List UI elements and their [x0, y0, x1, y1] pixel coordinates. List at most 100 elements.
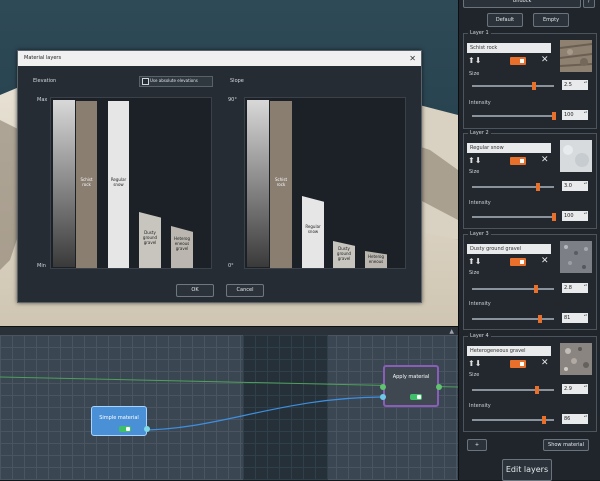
slider-knob[interactable] — [532, 82, 536, 90]
col-label: Schist rock — [274, 177, 288, 187]
layer-1-move-arrows[interactable]: ⬆⬇ — [468, 57, 481, 65]
layer-1-size-field[interactable]: 2.5 — [562, 80, 588, 90]
slider-knob[interactable] — [534, 285, 538, 293]
layer-4-size-field[interactable]: 2.9 — [562, 384, 588, 394]
layer-3-delete-icon[interactable]: ✕ — [541, 256, 549, 266]
col-label: Heterog eneous gravel — [173, 236, 191, 251]
layer-2-name-field[interactable]: Regular snow — [467, 143, 551, 153]
layer-3-intensity-slider[interactable] — [472, 315, 554, 323]
layer-2-intensity-slider[interactable] — [472, 213, 556, 221]
layer-4-delete-icon[interactable]: ✕ — [541, 358, 549, 368]
checkbox-label: Use absolute elevations — [150, 78, 198, 83]
slash-button[interactable]: / — [583, 0, 595, 8]
slider-knob[interactable] — [542, 416, 546, 424]
layer-4-title: Layer 4 — [468, 333, 491, 339]
layer-1-intensity-slider[interactable] — [472, 112, 556, 120]
layer-4-intensity-field[interactable]: 86 — [562, 414, 588, 424]
node-graph[interactable] — [0, 335, 458, 480]
slope-pane[interactable]: Schist rock Regular snow Dusty ground gr… — [244, 97, 406, 269]
elevation-col-regular-snow[interactable]: Regular snow — [108, 101, 129, 268]
layer-2-box: Layer 2 Regular snow ⬆⬇ ✕ Size 3.0 Inten… — [463, 130, 597, 229]
layer-2-enable-toggle[interactable] — [510, 157, 526, 165]
layer-2-size-slider[interactable] — [472, 183, 554, 191]
layer-1-size-label: Size — [469, 71, 480, 77]
snow-texture[interactable] — [560, 140, 592, 172]
slider-knob[interactable] — [552, 112, 556, 120]
blue-connection-line — [139, 396, 387, 431]
move-down-icon[interactable]: ⬇ — [475, 56, 482, 65]
layer-3-move-arrows[interactable]: ⬆⬇ — [468, 258, 481, 266]
layer-4-name-field[interactable]: Heterogeneous gravel — [467, 346, 551, 356]
simple-material-node[interactable]: Simple material — [91, 406, 150, 436]
layer-1-delete-icon[interactable]: ✕ — [541, 55, 549, 65]
move-down-icon[interactable]: ⬇ — [475, 359, 482, 368]
simple-material-toggle[interactable] — [119, 426, 131, 432]
checkbox-box[interactable] — [142, 78, 149, 85]
layer-4-intensity-slider[interactable] — [472, 416, 554, 424]
layer-1-enable-toggle[interactable] — [510, 57, 526, 65]
layer-1-name-field[interactable]: Schist rock — [467, 43, 551, 53]
show-material-button[interactable]: Show material — [543, 439, 589, 451]
slope-col-schist-rock[interactable]: Schist rock — [270, 101, 292, 268]
layer-2-intensity-field[interactable]: 100 — [562, 211, 588, 221]
move-up-icon[interactable]: ⬆ — [468, 257, 475, 266]
slider-knob[interactable] — [538, 315, 542, 323]
cancel-button[interactable]: Cancel — [226, 284, 264, 297]
move-down-icon[interactable]: ⬇ — [475, 257, 482, 266]
collapse-triangle-icon[interactable]: ▲ — [449, 328, 454, 335]
layer-1-size-slider[interactable] — [472, 82, 554, 90]
move-up-icon[interactable]: ⬆ — [468, 156, 475, 165]
apply-material-toggle[interactable] — [410, 394, 422, 400]
absolute-elevations-checkbox[interactable]: Use absolute elevations — [139, 76, 213, 87]
slope-col-regular-snow[interactable]: Regular snow — [302, 196, 324, 268]
input-port-top[interactable] — [380, 384, 386, 390]
move-up-icon[interactable]: ⬆ — [468, 56, 475, 65]
layer-4-size-slider[interactable] — [472, 386, 554, 394]
col-label: Dusty ground gravel — [336, 246, 352, 261]
col-label: Schist rock — [80, 177, 93, 187]
close-icon[interactable]: ✕ — [409, 51, 416, 66]
layer-1-title: Layer 1 — [468, 30, 491, 36]
layer-2-move-arrows[interactable]: ⬆⬇ — [468, 157, 481, 165]
ok-button[interactable]: OK — [176, 284, 214, 297]
dialog-title-bar[interactable]: Material layers ✕ — [18, 51, 421, 66]
slider-knob[interactable] — [535, 386, 539, 394]
layer-3-intensity-field[interactable]: 81 — [562, 313, 588, 323]
layer-3-enable-toggle[interactable] — [510, 258, 526, 266]
slider-knob[interactable] — [536, 183, 540, 191]
slope-min-label: 0° — [228, 263, 234, 269]
move-down-icon[interactable]: ⬇ — [475, 156, 482, 165]
input-port-bottom[interactable] — [380, 394, 386, 400]
gravel-texture[interactable] — [560, 241, 592, 273]
slope-col-heterogeneous-gravel[interactable]: Heterog eneous — [365, 251, 387, 268]
schist-rock-texture[interactable] — [560, 40, 592, 72]
layer-2-title: Layer 2 — [468, 130, 491, 136]
layer-3-box: Layer 3 Dusty ground gravel ⬆⬇ ✕ Size 2.… — [463, 231, 597, 330]
empty-button[interactable]: Empty — [533, 13, 569, 27]
heterogeneous-gravel-texture[interactable] — [560, 343, 592, 375]
col-label: Regular snow — [110, 177, 127, 187]
layer-3-size-field[interactable]: 2.8 — [562, 283, 588, 293]
layer-2-delete-icon[interactable]: ✕ — [541, 155, 549, 165]
layer-4-move-arrows[interactable]: ⬆⬇ — [468, 360, 481, 368]
elevation-col-schist-rock[interactable]: Schist rock — [76, 101, 97, 268]
elevation-col-dusty-gravel[interactable]: Dusty ground gravel — [139, 212, 161, 268]
apply-material-node[interactable]: Apply material — [380, 365, 442, 407]
default-button[interactable]: Default — [487, 13, 523, 27]
slope-col-dusty-gravel[interactable]: Dusty ground gravel — [333, 241, 355, 268]
move-up-icon[interactable]: ⬆ — [468, 359, 475, 368]
layer-3-size-slider[interactable] — [472, 285, 554, 293]
layer-2-size-field[interactable]: 3.0 — [562, 181, 588, 191]
layer-1-intensity-field[interactable]: 100 — [562, 110, 588, 120]
elevation-pane[interactable]: Schist rock Regular snow Dusty ground gr… — [50, 97, 212, 269]
slider-knob[interactable] — [552, 213, 556, 221]
edit-layers-button[interactable]: Edit layers — [502, 459, 552, 481]
output-port[interactable] — [144, 426, 150, 432]
layer-1-intensity-label: Intensity — [469, 100, 491, 106]
elevation-col-heterogeneous-gravel[interactable]: Heterog eneous gravel — [171, 226, 193, 268]
layer-4-enable-toggle[interactable] — [510, 360, 526, 368]
output-port-right[interactable] — [436, 384, 442, 390]
add-layer-button[interactable]: + — [467, 439, 487, 451]
undock-button[interactable]: Undock — [463, 0, 581, 8]
layer-3-name-field[interactable]: Dusty ground gravel — [467, 244, 551, 254]
